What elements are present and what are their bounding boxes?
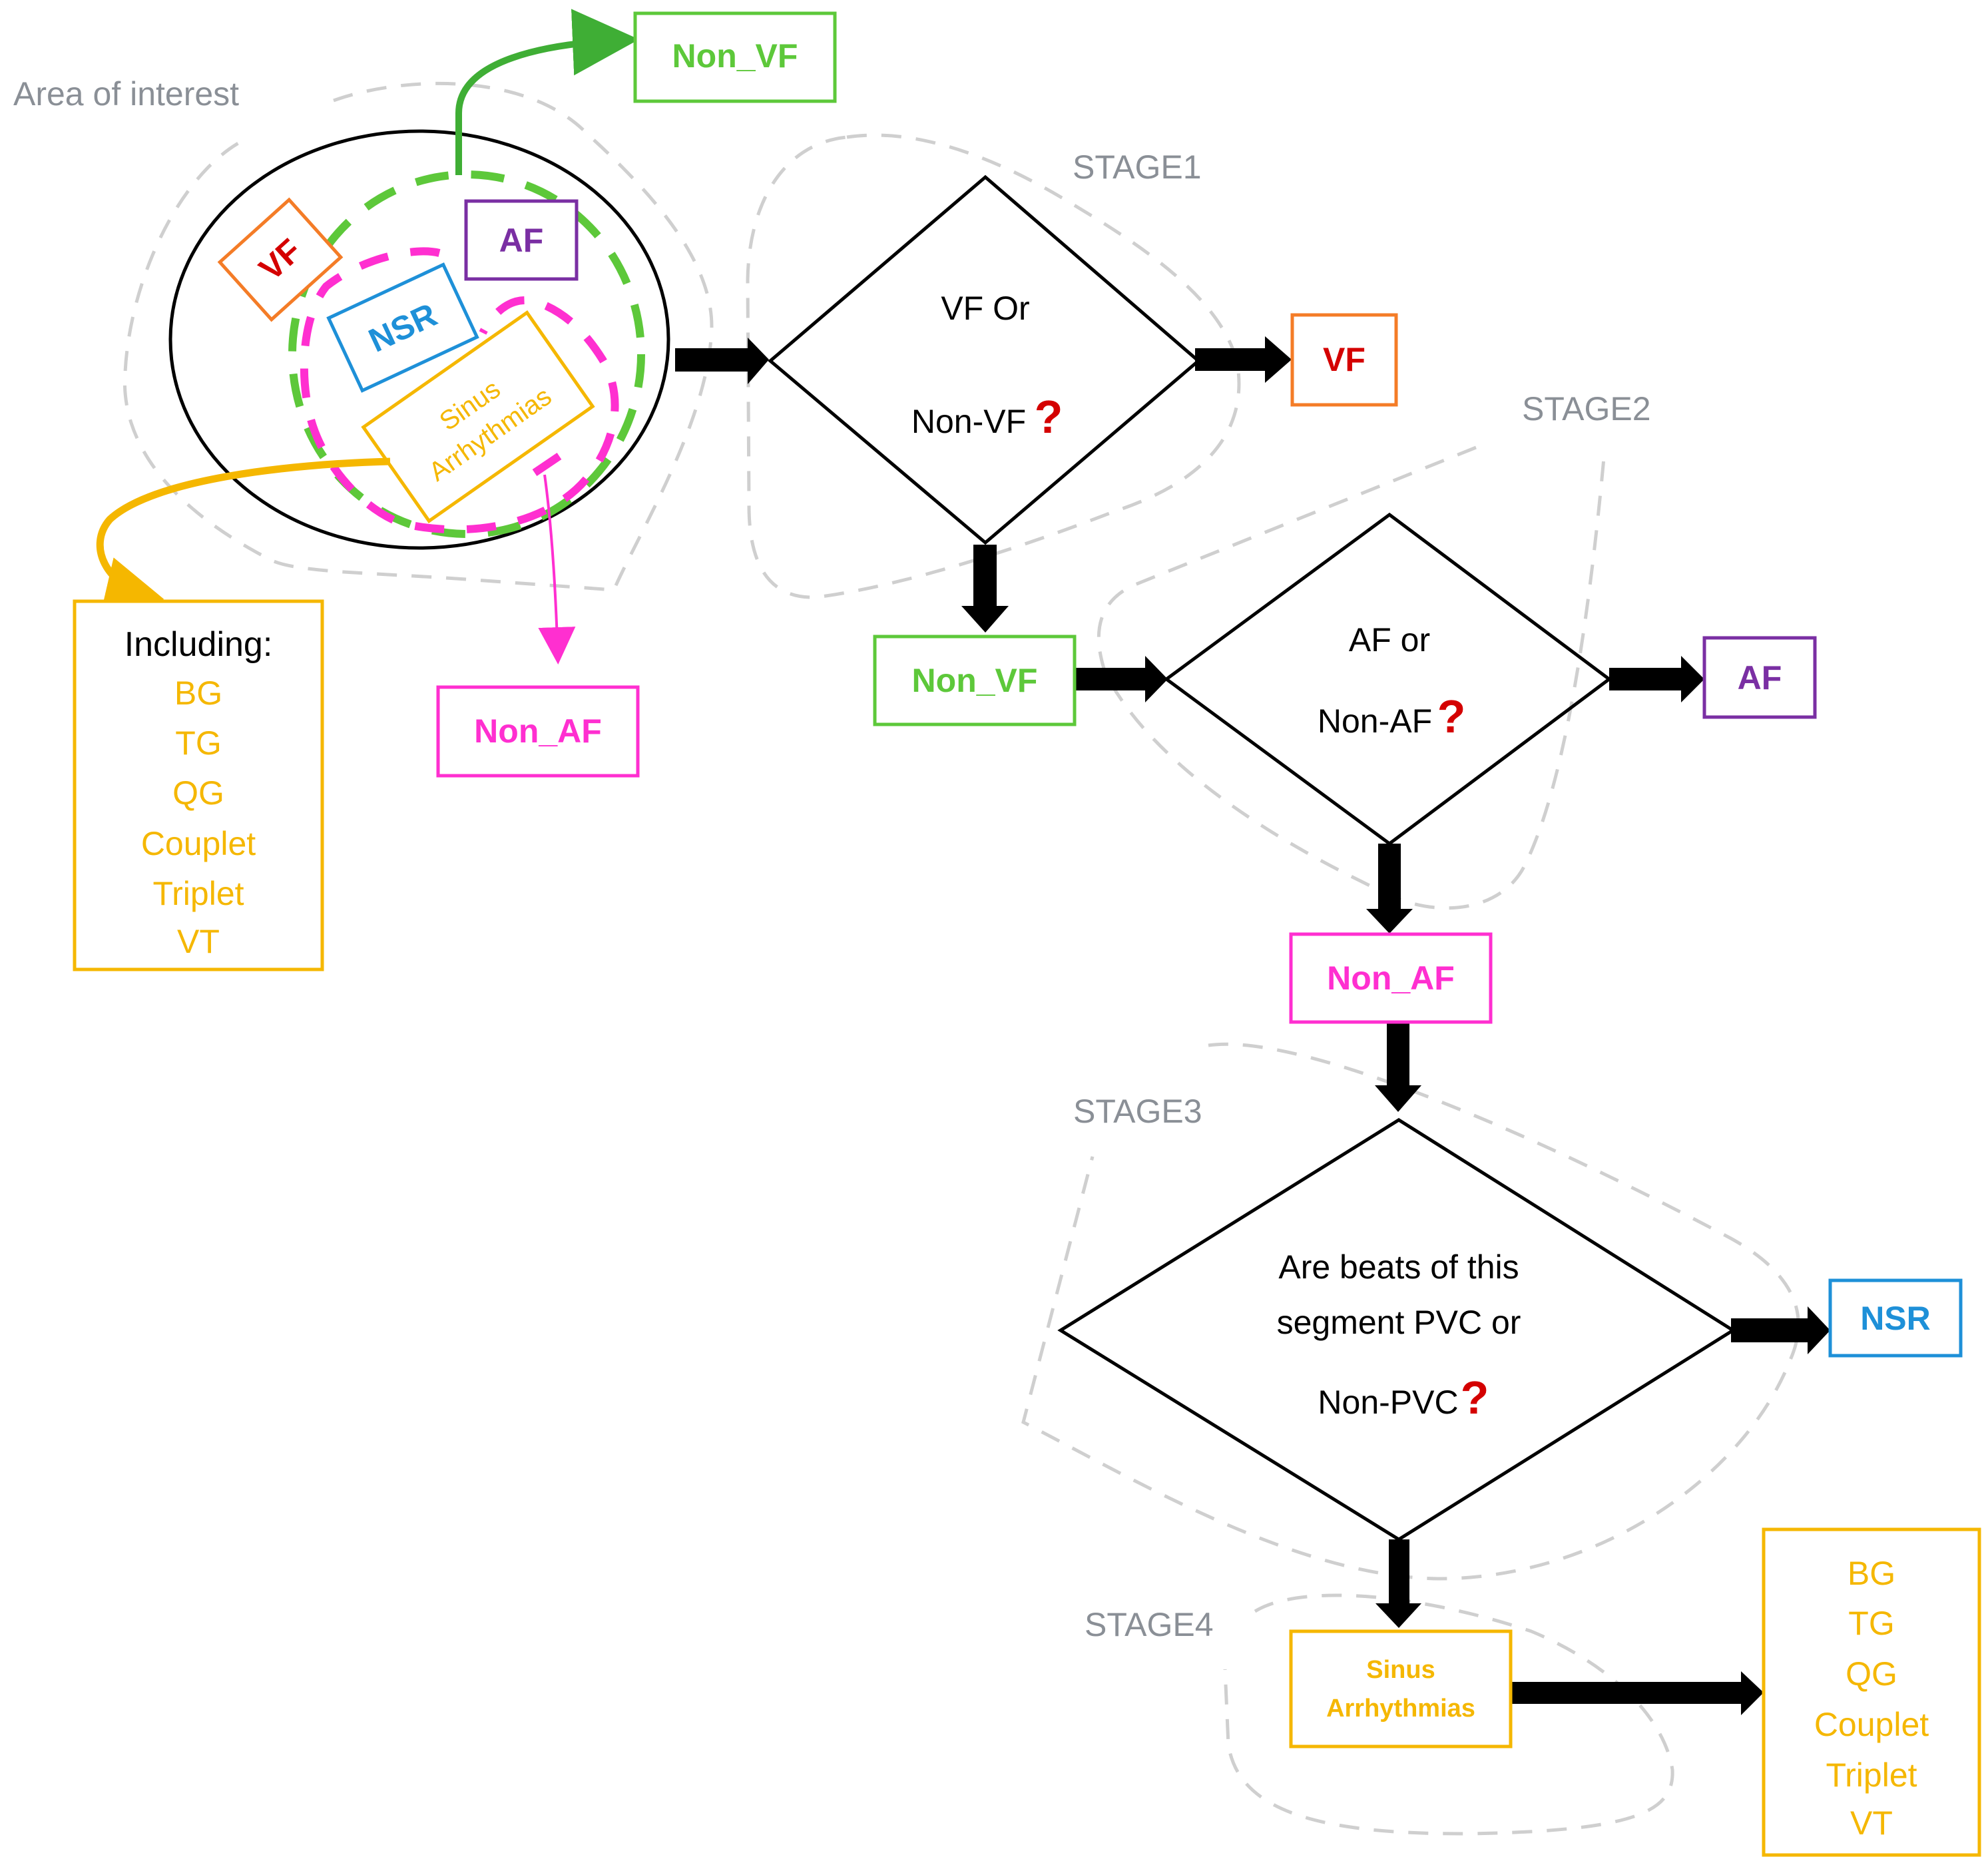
stage4-result-item: VT (1850, 1804, 1893, 1842)
arrow-stage1-to-non-vf (961, 545, 1009, 633)
including-item: VT (177, 923, 220, 960)
including-item: BG (174, 674, 222, 712)
stage3-nsr-label: NSR (1860, 1300, 1931, 1337)
arrow-non-vf-to-stage2 (1075, 656, 1168, 702)
stage1-question-line2: Non-VF (911, 403, 1026, 440)
stage1-label: STAGE1 (1073, 148, 1202, 186)
inner-nsr-label: NSR (363, 296, 442, 359)
area-of-interest-group: Area of interest VF AF NSR Sinus Arrhyth… (13, 9, 837, 971)
including-item: Triplet (152, 875, 244, 912)
non-af-region-outline (300, 247, 619, 534)
including-box: Including: BG TG QG Couplet Triplet VT (73, 599, 324, 971)
stage4-result-box: BG TG QG Couplet Triplet VT (1762, 1527, 1981, 1857)
non-af-arrow-tick (532, 453, 562, 476)
stage3-question-line1: Are beats of this (1278, 1248, 1519, 1286)
stage3-question-line3: Non-PVC (1318, 1384, 1458, 1421)
arrow-sinus-to-list (1511, 1671, 1764, 1715)
stage2-question-mark: ? (1437, 690, 1466, 742)
aoi-non-af-box: Non_AF (436, 685, 640, 778)
inner-nsr-box: NSR (326, 262, 479, 393)
stage2-outline (1097, 445, 1606, 910)
ecg-classification-flowchart: Area of interest VF AF NSR Sinus Arrhyth… (13, 9, 1981, 1857)
including-item: Couplet (141, 825, 256, 862)
inner-vf-box: VF (217, 197, 344, 322)
arrow-stage3-to-nsr (1731, 1306, 1830, 1354)
stage2-af-label: AF (1738, 659, 1782, 696)
arrow-to-stage1 (675, 338, 769, 384)
stage1-non-vf-box: Non_VF (873, 635, 1077, 726)
stage1-diamond (768, 174, 1201, 545)
stage2-question-line1: AF or (1349, 621, 1430, 659)
stage1-decision: VF Or Non-VF ? (768, 174, 1201, 545)
inner-af-box: AF (464, 199, 579, 281)
stage3-decision: Are beats of this segment PVC or Non-PVC… (1057, 1118, 1736, 1541)
stage2-af-box: AF (1702, 636, 1817, 719)
arrow-non-af-to-stage3 (1375, 1023, 1421, 1112)
flow-arrows (675, 336, 1830, 1715)
inner-af-label: AF (499, 222, 544, 259)
stage3-question-line2: segment PVC or (1277, 1304, 1521, 1341)
stage4-result-item: BG (1848, 1555, 1895, 1592)
stage4-result-item: Triplet (1826, 1756, 1917, 1794)
stage1-vf-label: VF (1323, 341, 1366, 378)
stage1-non-vf-label: Non_VF (912, 662, 1038, 699)
stage2-label: STAGE2 (1522, 390, 1651, 427)
arrow-stage3-to-sinus (1375, 1539, 1421, 1628)
stage2-diamond (1163, 512, 1613, 846)
stage4-result-item: QG (1846, 1655, 1897, 1693)
stage4-result-item: Couplet (1814, 1706, 1929, 1743)
stage4-result-item: TG (1848, 1605, 1894, 1642)
stage2-non-af-label: Non_AF (1327, 959, 1455, 997)
stage3-sinus-arrhythmias-box: Sinus Arrhythmias (1289, 1629, 1513, 1748)
including-item: QG (172, 774, 224, 812)
non-af-arrow (538, 474, 576, 665)
arrow-stage2-to-non-af (1366, 844, 1413, 933)
stage2-question-line2: Non-AF (1318, 702, 1432, 740)
aoi-non-vf-box: Non_VF (633, 11, 837, 103)
aoi-non-af-label: Non_AF (474, 712, 602, 750)
stage3-label: STAGE3 (1073, 1093, 1202, 1130)
stage4-label: STAGE4 (1085, 1606, 1214, 1643)
stage1-vf-box: VF (1290, 313, 1398, 407)
arrow-stage1-to-vf (1195, 336, 1292, 383)
stage1-question-mark: ? (1035, 391, 1063, 443)
including-item: TG (175, 724, 221, 762)
arrow-stage2-to-af (1609, 656, 1704, 702)
stage2-decision: AF or Non-AF ? (1163, 512, 1613, 846)
stage3-sinus-label-line1: Sinus (1366, 1656, 1435, 1684)
stage3-question-mark: ? (1461, 1372, 1489, 1424)
non-vf-arrow (455, 9, 639, 175)
including-title: Including: (124, 625, 273, 664)
aoi-non-vf-label: Non_VF (672, 37, 798, 75)
stage3-sinus-label-line2: Arrhythmias (1326, 1695, 1475, 1723)
stage1-question-line1: VF Or (941, 290, 1029, 327)
stage2-non-af-box: Non_AF (1289, 932, 1493, 1024)
area-of-interest-label: Area of interest (13, 75, 239, 113)
stage3-nsr-box: NSR (1828, 1278, 1963, 1358)
